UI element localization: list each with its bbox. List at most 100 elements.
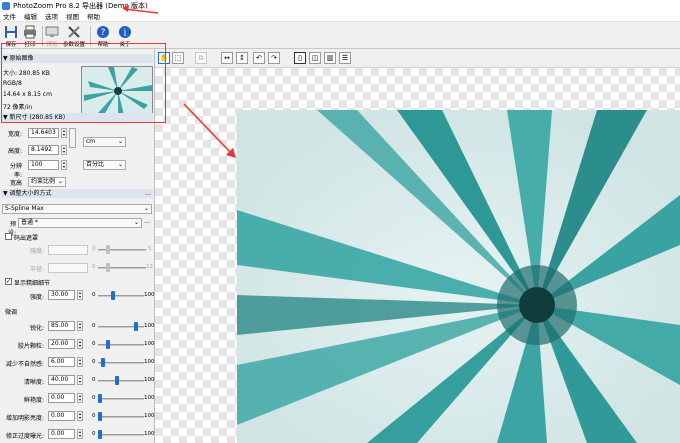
single-view-button[interactable]: ▯	[294, 52, 306, 64]
tuning-row-thumb[interactable]	[98, 412, 102, 421]
title-bar: PhotoZoom Pro 8.2 导出器 (Demo 版本)	[0, 0, 680, 11]
printer-icon	[23, 24, 38, 39]
artifact-radius-label: 半径:	[29, 266, 44, 273]
tuning-row-spinner[interactable]: ▴ ▾	[77, 357, 83, 367]
tuning-row-input[interactable]: 20.00	[48, 339, 75, 349]
tuning-row-min: 0	[92, 395, 96, 401]
tuning-row-thumb[interactable]	[98, 430, 102, 439]
split-pane-icon: ◫	[311, 54, 319, 62]
stacked-icon: ☰	[341, 54, 349, 62]
menu-options[interactable]: 选项	[45, 11, 58, 21]
app-icon	[2, 1, 10, 10]
tuning-row-input[interactable]: 85.00	[48, 321, 75, 331]
tuning-row-track[interactable]	[98, 434, 144, 436]
fit-width-button[interactable]: ↔	[221, 52, 233, 64]
width-input[interactable]: 14.6403	[28, 128, 59, 138]
tuning-row-max: 100	[144, 323, 155, 329]
side-by-side-button[interactable]: ▥	[324, 52, 336, 64]
crop-button[interactable]: ⧉	[195, 52, 207, 64]
split-view-button[interactable]: ◫	[309, 52, 321, 64]
artifact-checkbox[interactable]	[5, 233, 12, 240]
artifact-radius-thumb[interactable]	[106, 263, 110, 272]
tuning-row-input[interactable]: 0.00	[48, 393, 75, 403]
tuning-row-spinner[interactable]: ▴ ▾	[77, 411, 83, 421]
svg-text:i: i	[124, 28, 127, 38]
tuning-row-track[interactable]	[98, 398, 144, 400]
details-label: 显示精细细节	[14, 280, 51, 287]
tuning-row-thumb[interactable]	[98, 394, 102, 403]
question-mark-icon: ?	[96, 24, 111, 39]
tuning-row-label: 减少不自然感:	[5, 361, 44, 368]
tuning-row-input[interactable]: 0.00	[48, 411, 75, 421]
tuning-row-input[interactable]: 40.00	[48, 375, 75, 385]
fit-height-button[interactable]: ↕	[236, 52, 248, 64]
resolution-label: 分辨率:	[9, 163, 22, 179]
tuning-row-max: 100	[144, 395, 155, 401]
aspect-lock[interactable]	[69, 128, 76, 148]
tuning-row-input[interactable]: 0.00	[48, 429, 75, 439]
artifact-radius-input[interactable]	[48, 263, 88, 273]
artifact-strength-input[interactable]	[48, 245, 88, 255]
tuning-row-max: 100	[144, 359, 155, 365]
highlight-box	[1, 43, 166, 123]
tuning-row-min: 0	[92, 341, 96, 347]
chevron-down-icon: ⌄	[133, 219, 139, 226]
resolution-input[interactable]: 100	[28, 160, 59, 170]
tuning-row-min: 0	[92, 431, 96, 437]
tuning-row-thumb[interactable]	[134, 322, 138, 331]
tuning-row-thumb[interactable]	[115, 376, 119, 385]
tuning-label: 微调	[5, 309, 18, 316]
resolution-spinner[interactable]: ▴ ▾	[61, 160, 67, 170]
tuning-row-spinner[interactable]: ▴ ▾	[77, 375, 83, 385]
tuning-row-label: 修正过度曝光:	[5, 433, 44, 440]
preset-more-icon[interactable]: …	[144, 218, 150, 225]
tuning-row-thumb[interactable]	[106, 340, 110, 349]
tuning-row-input[interactable]: 6.00	[48, 357, 75, 367]
resize-method-header[interactable]: ▼ 调整大小的方式…	[1, 189, 153, 198]
artifact-strength-thumb[interactable]	[106, 245, 110, 254]
info-icon: i	[118, 24, 133, 39]
crop-select-button[interactable]: ⬚	[172, 52, 184, 64]
tuning-row-track[interactable]	[98, 344, 144, 346]
menu-help[interactable]: 帮助	[87, 11, 100, 21]
width-spinner[interactable]: ▴ ▾	[61, 128, 67, 138]
tuning-row-spinner[interactable]: ▴ ▾	[77, 393, 83, 403]
tuning-row-track[interactable]	[98, 380, 144, 382]
tuning-row-max: 100	[144, 341, 155, 347]
details-checkbox[interactable]: ✓	[5, 278, 12, 285]
details-thumb[interactable]	[111, 291, 115, 300]
details-strength-spinner[interactable]: ▴ ▾	[77, 290, 83, 300]
details-max: 100	[144, 292, 155, 298]
tuning-row-label: 清晰度:	[23, 379, 44, 386]
tuning-row-spinner[interactable]: ▴ ▾	[77, 429, 83, 439]
tuning-row-spinner[interactable]: ▴ ▾	[77, 321, 83, 331]
width-label: 宽度:	[7, 131, 22, 138]
tuning-row-thumb[interactable]	[101, 358, 105, 367]
height-spinner[interactable]: ▴ ▾	[61, 145, 67, 155]
crop-icon: ⧉	[198, 53, 204, 62]
menu-edit[interactable]: 编辑	[24, 11, 37, 21]
method-select[interactable]: S-Spline Max ⌄	[2, 204, 152, 214]
tuning-row-spinner[interactable]: ▴ ▾	[77, 339, 83, 349]
menu-bar: 文件 编辑 选项 视图 帮助	[0, 11, 680, 22]
rotate-left-button[interactable]: ↶	[253, 52, 265, 64]
details-strength-input[interactable]: 30.00	[48, 290, 75, 300]
rotate-right-button[interactable]: ↷	[268, 52, 280, 64]
height-input[interactable]: 8.1492	[28, 145, 59, 155]
aspect-select[interactable]: 约束比例 ⌄	[28, 177, 66, 187]
unit-select[interactable]: cm ⌄	[83, 137, 126, 147]
view-toolbar: ✋ ⬚ ⧉ ↔ ↕ ↶ ↷ ▯ ◫ ▥ ☰	[155, 49, 680, 68]
rotate-right-icon: ↷	[271, 54, 277, 62]
single-pane-icon: ▯	[298, 54, 302, 62]
more-options-icon[interactable]: …	[145, 189, 151, 198]
annotation-arrow-top	[122, 5, 159, 14]
menu-file[interactable]: 文件	[3, 11, 16, 21]
artifact-strength-label: 强度:	[29, 248, 44, 255]
preset-select[interactable]: 普通 * ⌄	[18, 218, 142, 228]
stacked-view-button[interactable]: ☰	[339, 52, 351, 64]
menu-view[interactable]: 视图	[66, 11, 79, 21]
tuning-row-track[interactable]	[98, 416, 144, 418]
svg-text:?: ?	[101, 28, 106, 38]
resolution-unit-select[interactable]: 百分比 ⌄	[83, 160, 126, 170]
details-track[interactable]	[98, 295, 144, 297]
